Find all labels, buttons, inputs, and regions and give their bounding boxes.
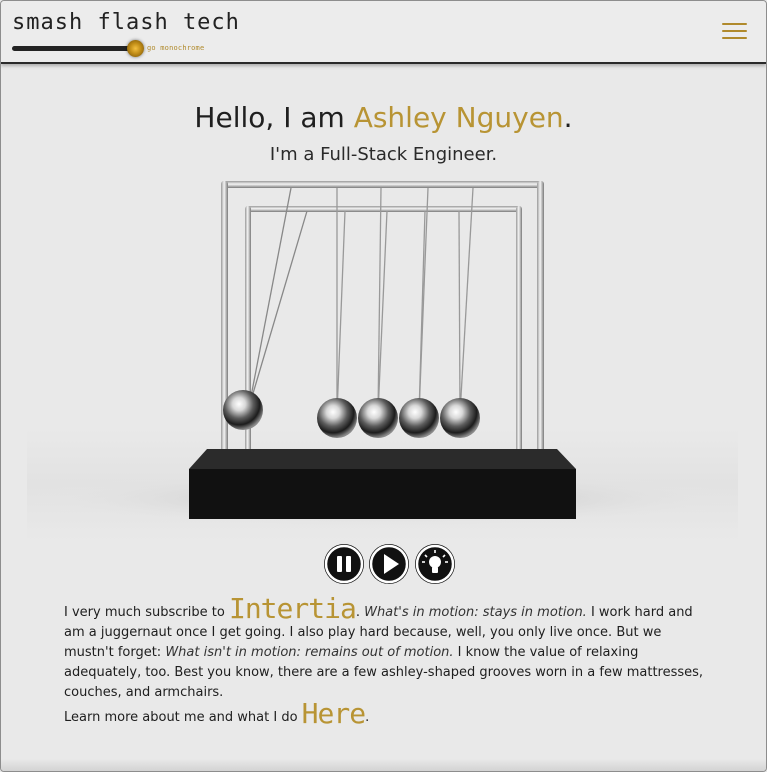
intertia-word: Intertia bbox=[228, 592, 357, 625]
hamburger-menu-icon[interactable] bbox=[722, 23, 747, 41]
about-text: . bbox=[355, 605, 365, 620]
hero-subtitle: I'm a Full-Stack Engineer. bbox=[269, 144, 498, 165]
quote-out-of-motion: What isn't in motion: remains out of mot… bbox=[165, 645, 454, 660]
monochrome-toggle-knob[interactable] bbox=[127, 40, 144, 57]
bottom-edge bbox=[1, 759, 766, 771]
learn-more-text: Learn more about me and what I do bbox=[64, 710, 302, 725]
here-link[interactable]: Here bbox=[302, 697, 366, 730]
hero-name: Ashley Nguyen bbox=[353, 101, 564, 134]
hero-title: Hello, I am Ashley Nguyen. bbox=[1, 101, 766, 134]
hero-greeting: Hello, I am bbox=[194, 101, 354, 134]
page-frame: smash flash tech go monochrome Hello, I … bbox=[0, 0, 767, 772]
play-button[interactable] bbox=[369, 544, 409, 584]
learn-more-period: . bbox=[365, 710, 370, 725]
play-icon bbox=[369, 544, 409, 584]
newtons-cradle-illustration bbox=[27, 169, 738, 541]
quote-in-motion: What's in motion: stays in motion. bbox=[364, 605, 587, 620]
site-logo[interactable]: smash flash tech bbox=[12, 10, 240, 35]
monochrome-slider-track[interactable] bbox=[12, 46, 132, 51]
pause-icon bbox=[324, 544, 364, 584]
about-text: I very much subscribe to bbox=[64, 605, 229, 620]
about-paragraph: I very much subscribe to Intertia. What'… bbox=[64, 595, 714, 703]
learn-more-paragraph: Learn more about me and what I do Here. bbox=[64, 700, 714, 728]
lightbulb-icon bbox=[415, 544, 455, 584]
pause-button[interactable] bbox=[324, 544, 364, 584]
site-header: smash flash tech go monochrome bbox=[1, 1, 766, 64]
hero-period: . bbox=[563, 101, 573, 134]
monochrome-label: go monochrome bbox=[147, 44, 205, 52]
lightbulb-button[interactable] bbox=[415, 544, 455, 584]
